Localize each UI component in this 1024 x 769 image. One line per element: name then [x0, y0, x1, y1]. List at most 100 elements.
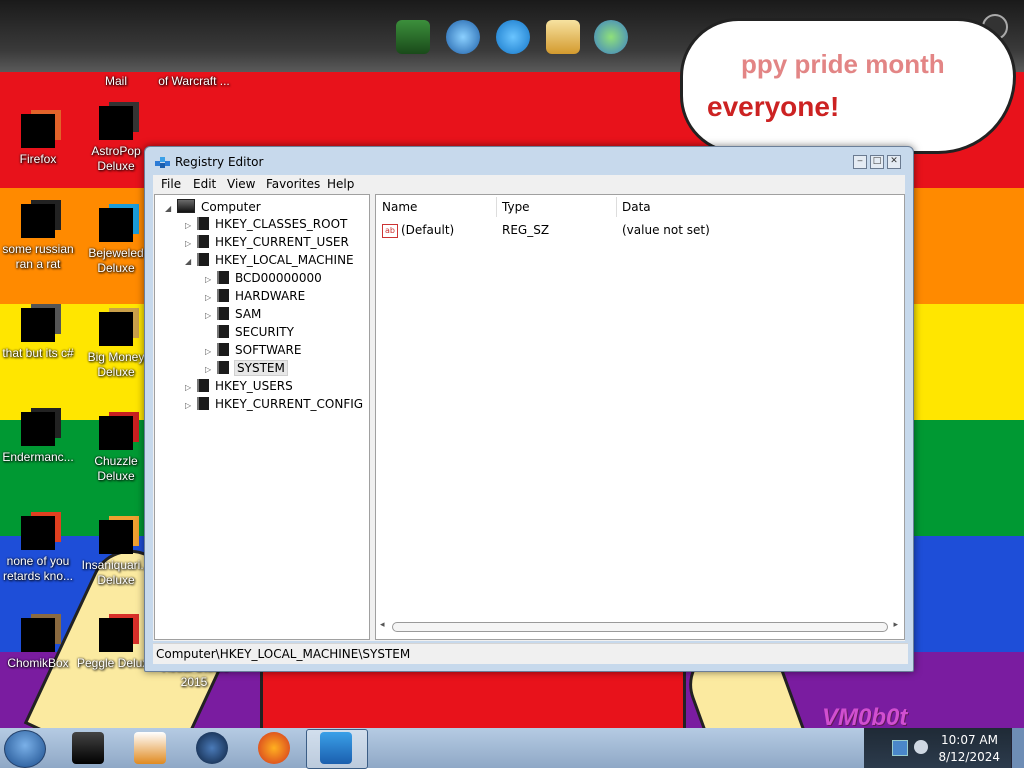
- column-header-name[interactable]: Name: [376, 197, 497, 217]
- registry-folder-icon: [197, 379, 209, 392]
- registry-folder-icon: [217, 343, 229, 356]
- tree-expander-icon[interactable]: ▷: [205, 347, 215, 356]
- desktop-icon-label: that but its c#: [2, 346, 74, 360]
- tree-node[interactable]: ▷ SAM: [205, 307, 261, 321]
- scroll-left-icon[interactable]: ◂: [380, 620, 385, 630]
- regedit-icon[interactable]: [320, 732, 352, 764]
- desktop-icon-label: of Warcraft ...: [158, 74, 230, 88]
- network-icon[interactable]: [892, 740, 908, 756]
- menu-favorites[interactable]: Favorites: [266, 177, 320, 191]
- close-button[interactable]: ✕: [887, 155, 901, 169]
- dock-item-mail-icon[interactable]: [546, 20, 580, 54]
- tree-node[interactable]: ◢ Computer: [165, 199, 261, 214]
- registry-folder-icon: [197, 217, 209, 230]
- tree-node[interactable]: ▷ BCD00000000: [205, 271, 322, 285]
- tree-expander-icon[interactable]: ▷: [205, 311, 215, 320]
- value-name-cell: ab (Default): [382, 223, 454, 238]
- desktop-icon[interactable]: Firefox: [0, 114, 78, 167]
- show-desktop-button[interactable]: [1011, 728, 1024, 768]
- document-icon: [21, 204, 55, 238]
- dock-item-app-icon[interactable]: [396, 20, 430, 54]
- tree-node[interactable]: ▷ SOFTWARE: [205, 343, 301, 357]
- column-header-data[interactable]: Data: [616, 197, 902, 217]
- registry-folder-icon: [197, 397, 209, 410]
- dock-item-globe-icon[interactable]: [446, 20, 480, 54]
- tree-expander-icon[interactable]: ◢: [185, 257, 195, 266]
- tree-node-label: HKEY_LOCAL_MACHINE: [215, 253, 354, 267]
- media-player-icon[interactable]: [134, 732, 166, 764]
- tree-expander-icon[interactable]: ▷: [205, 275, 215, 284]
- registry-tree[interactable]: ◢ Computer ▷ HKEY_CLASSES_ROOT ▷ HKEY_CURRENT…: [154, 194, 370, 640]
- horizontal-scrollbar[interactable]: ◂ ▸: [380, 619, 898, 633]
- chuzzle-icon: [99, 416, 133, 450]
- desktop-icon[interactable]: ChomikBox: [0, 618, 78, 671]
- menu-bar: File Edit View Favorites Help: [153, 175, 905, 193]
- registry-folder-icon: [217, 271, 229, 284]
- tree-node[interactable]: ▷ HKEY_CURRENT_CONFIG: [185, 397, 363, 411]
- tree-node[interactable]: ▷ HKEY_CLASSES_ROOT: [185, 217, 347, 231]
- tree-node-label: SECURITY: [235, 325, 294, 339]
- window-content: ◢ Computer ▷ HKEY_CLASSES_ROOT ▷ HKEY_CURRENT…: [153, 193, 905, 641]
- desktop-icon[interactable]: some russian ran a rat: [0, 204, 78, 272]
- desktop-icon-label: none of you retards kno...: [2, 554, 74, 583]
- menu-help[interactable]: Help: [327, 177, 354, 191]
- maximize-button[interactable]: □: [870, 155, 884, 169]
- value-name: (Default): [401, 223, 455, 237]
- scroll-right-icon[interactable]: ▸: [893, 620, 898, 630]
- shortcut-icon: [21, 308, 55, 342]
- volume-icon[interactable]: [914, 740, 928, 754]
- desktop-icon-label: Firefox: [19, 152, 57, 166]
- tree-node[interactable]: SECURITY: [205, 325, 294, 339]
- registry-folder-icon: [217, 325, 229, 338]
- app-icon: [21, 412, 55, 446]
- column-header-type[interactable]: Type: [496, 197, 617, 217]
- desktop-icon-mail[interactable]: Mail: [76, 74, 156, 89]
- tree-node[interactable]: ◢ HKEY_LOCAL_MACHINE: [185, 253, 354, 267]
- window-titlebar[interactable]: Registry Editor ‒ □ ✕: [145, 147, 913, 177]
- tree-node[interactable]: ▷ HKEY_USERS: [185, 379, 293, 393]
- tree-expander-icon[interactable]: ▷: [205, 365, 215, 374]
- desktop-icon-warcraft[interactable]: of Warcraft ...: [154, 74, 234, 89]
- shortcut-icon: [21, 516, 55, 550]
- tree-node-label: HKEY_CURRENT_CONFIG: [215, 397, 364, 411]
- insaniquarium-icon: [99, 520, 133, 554]
- tree-expander-icon[interactable]: ▷: [185, 401, 195, 410]
- tree-expander-icon[interactable]: ▷: [185, 239, 195, 248]
- tree-expander-icon[interactable]: ◢: [165, 204, 175, 213]
- clock-time[interactable]: 10:07 AM: [941, 733, 998, 747]
- tree-node[interactable]: ▷ HKEY_CURRENT_USER: [185, 235, 349, 249]
- firefox-icon[interactable]: [258, 732, 290, 764]
- globe-icon[interactable]: [196, 732, 228, 764]
- menu-edit[interactable]: Edit: [193, 177, 216, 191]
- menu-file[interactable]: File: [161, 177, 181, 191]
- taskbar: 10:07 AM 8/12/2024: [0, 728, 1024, 769]
- registry-folder-icon: [217, 361, 229, 374]
- desktop-icon[interactable]: none of you retards kno...: [0, 516, 78, 584]
- value-type: REG_SZ: [502, 223, 550, 237]
- desktop-icon[interactable]: that but its c#: [0, 308, 78, 361]
- tree-node[interactable]: ▷ HARDWARE: [205, 289, 305, 303]
- bejeweled-icon: [99, 208, 133, 242]
- tree-node[interactable]: ▷ SYSTEM: [205, 360, 288, 376]
- minimize-button[interactable]: ‒: [853, 155, 867, 169]
- speech-bubble: ppy pride month everyone!: [680, 18, 1016, 154]
- start-button[interactable]: [4, 730, 46, 768]
- dock-item-ie-icon[interactable]: [496, 20, 530, 54]
- window-title: Registry Editor: [175, 155, 264, 169]
- registry-folder-icon: [217, 289, 229, 302]
- menu-view[interactable]: View: [227, 177, 255, 191]
- terminal-icon[interactable]: [72, 732, 104, 764]
- astropop-icon: [99, 106, 133, 140]
- clock-date[interactable]: 8/12/2024: [938, 750, 1000, 764]
- scrollbar-thumb[interactable]: [392, 622, 888, 632]
- desktop-icon[interactable]: Endermanc...: [0, 412, 78, 465]
- tree-expander-icon[interactable]: ▷: [205, 293, 215, 302]
- banner-text-line-2: everyone!: [707, 91, 840, 122]
- tree-node-label: SOFTWARE: [235, 343, 302, 357]
- tree-expander-icon[interactable]: ▷: [185, 221, 195, 230]
- dock-item-messenger-icon[interactable]: [594, 20, 628, 54]
- tree-expander-icon[interactable]: ▷: [185, 383, 195, 392]
- registry-value-list[interactable]: Name Type Data ab (Default) REG_SZ (value…: [375, 194, 905, 640]
- tree-node-label: HARDWARE: [235, 289, 306, 303]
- desktop-icon-label: ChomikBox: [7, 656, 69, 670]
